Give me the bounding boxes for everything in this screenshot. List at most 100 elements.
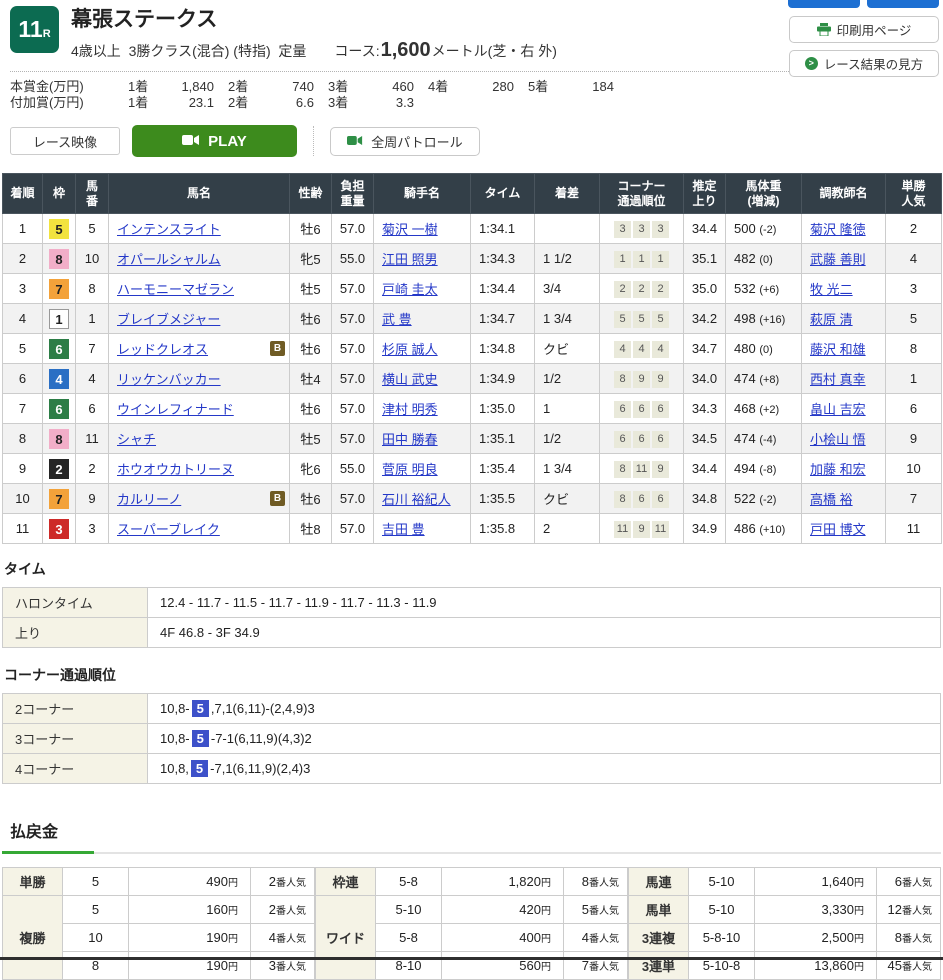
- jockey-link[interactable]: 田中 勝春: [382, 432, 438, 447]
- corner-row-value: 10,8-5-7-1(6,11,9)(4,3)2: [148, 724, 941, 754]
- horse-name-link[interactable]: スーパーブレイク: [117, 522, 220, 537]
- horse-name-link[interactable]: ブレイブメジャー: [117, 312, 220, 327]
- jockey-link[interactable]: 武 豊: [382, 312, 412, 327]
- win-popularity: 8: [886, 334, 942, 364]
- horse-name-cell: シャチ: [109, 424, 290, 454]
- jockey-link[interactable]: 石川 裕紀人: [382, 492, 451, 507]
- trainer-link[interactable]: 萩原 清: [810, 312, 853, 327]
- jockey-link[interactable]: 菊沢 一樹: [382, 222, 438, 237]
- corner-table: 2コーナー10,8-5,7,1(6,11)-(2,4,9)33コーナー10,8-…: [2, 693, 941, 784]
- horse-weight-diff: (0): [759, 344, 772, 356]
- patrol-video-button[interactable]: 全周パトロール: [330, 127, 480, 156]
- sex-age: 牡5: [290, 424, 332, 454]
- prize-row-label: 付加賞(万円): [10, 95, 114, 111]
- prize-value: 3.3: [362, 95, 414, 111]
- trainer-link[interactable]: 武藤 善則: [810, 252, 866, 267]
- corner-positions: 111: [600, 244, 684, 274]
- carried-weight: 57.0: [332, 394, 374, 424]
- corner-positions: 555: [600, 304, 684, 334]
- horse-name-link[interactable]: ウインレフィナード: [117, 402, 234, 417]
- jockey-link[interactable]: 吉田 豊: [382, 522, 425, 537]
- jockey-link[interactable]: 江田 照男: [382, 252, 438, 267]
- payout-row: 3連単5-10-813,860円45番人気: [629, 952, 941, 980]
- last-3f: 34.9: [684, 514, 726, 544]
- payout-amount: 3,330円: [755, 896, 877, 924]
- jockey-link[interactable]: 杉原 誠人: [382, 342, 438, 357]
- blue-button-partial-2[interactable]: [867, 0, 939, 8]
- trainer-link[interactable]: 小桧山 悟: [810, 432, 866, 447]
- corner-positions: 866: [600, 484, 684, 514]
- horse-name-link[interactable]: インテンスライト: [117, 222, 221, 237]
- column-header: 着順: [3, 174, 43, 214]
- trainer-link[interactable]: 高橋 裕: [810, 492, 853, 507]
- frame-cell: 4: [43, 364, 76, 394]
- payout-amount-value: 1,820: [508, 874, 541, 889]
- horse-weight-value: 474: [734, 371, 759, 386]
- trainer-link[interactable]: 藤沢 和雄: [810, 342, 866, 357]
- trainer-link[interactable]: 牧 光二: [810, 282, 853, 297]
- horse-name-link[interactable]: レッドクレオス: [117, 342, 208, 357]
- jockey-cell: 吉田 豊: [374, 514, 471, 544]
- corner-row-value: 10,8-5,7,1(6,11)-(2,4,9)3: [148, 694, 941, 724]
- horse-name-link[interactable]: リッケンバッカー: [117, 372, 221, 387]
- horse-name-cell: オパールシャルム: [109, 244, 290, 274]
- trainer-link[interactable]: 西村 真幸: [810, 372, 866, 387]
- combination: 5-8-10: [689, 924, 755, 952]
- payout-popularity: 5番人気: [564, 896, 628, 924]
- payout-popularity: 2番人気: [251, 868, 315, 896]
- payout-table: 馬連5-101,640円6番人気馬単5-103,330円12番人気3連複5-8-…: [628, 867, 941, 980]
- sex-age: 牡5: [290, 274, 332, 304]
- trainer-link[interactable]: 戸田 博文: [810, 522, 866, 537]
- corner-section-title: コーナー通過順位: [4, 665, 943, 685]
- blue-button-partial-1[interactable]: [788, 0, 860, 8]
- trainer-link[interactable]: 加藤 和宏: [810, 462, 866, 477]
- prize-place: 2着: [228, 79, 262, 95]
- corner-positions: 444: [600, 334, 684, 364]
- prize-row: 本賞金(万円)1着1,8402着7403着4604着2805着184: [10, 79, 933, 95]
- print-button[interactable]: 印刷用ページ: [789, 16, 939, 43]
- horse-name-link[interactable]: ハーモニーマゼラン: [117, 282, 234, 297]
- time-table: ハロンタイム12.4 - 11.7 - 11.5 - 11.7 - 11.9 -…: [2, 587, 941, 648]
- corner-position-chip: 2: [614, 281, 631, 298]
- win-popularity: 6: [886, 394, 942, 424]
- margin: 1/2: [535, 364, 600, 394]
- column-header: 着差: [535, 174, 600, 214]
- jockey-cell: 津村 明秀: [374, 394, 471, 424]
- jockey-link[interactable]: 横山 武史: [382, 372, 438, 387]
- horse-name-link[interactable]: シャチ: [117, 432, 156, 447]
- last-3f: 34.3: [684, 394, 726, 424]
- result-guide-label: レース結果の見方: [824, 54, 923, 73]
- horse-name-link[interactable]: ホウオウカトリーヌ: [117, 462, 234, 477]
- payout-amount-value: 160: [206, 902, 228, 917]
- margin: クビ: [535, 334, 600, 364]
- yen-suffix: 円: [228, 906, 238, 917]
- result-row: 8811シャチ牡557.0田中 勝春1:35.11/266634.5474 (-…: [3, 424, 942, 454]
- trainer-link[interactable]: 畠山 吉宏: [810, 402, 866, 417]
- corner-position-chip: 4: [633, 341, 650, 358]
- payout-amount-value: 560: [519, 958, 541, 973]
- jockey-link[interactable]: 戸崎 圭太: [382, 282, 438, 297]
- finish-position: 6: [3, 364, 43, 394]
- play-button[interactable]: PLAY: [132, 125, 297, 157]
- frame-number: 3: [49, 519, 69, 539]
- win-popularity: 2: [886, 214, 942, 244]
- combination: 8: [63, 952, 129, 980]
- finish-time: 1:35.8: [471, 514, 535, 544]
- jockey-link[interactable]: 津村 明秀: [382, 402, 438, 417]
- popularity-suffix: 番人気: [589, 934, 619, 945]
- horse-weight-diff: (+16): [759, 314, 785, 326]
- finish-position: 5: [3, 334, 43, 364]
- finish-position: 8: [3, 424, 43, 454]
- margin: 1 3/4: [535, 304, 600, 334]
- jockey-link[interactable]: 菅原 明良: [382, 462, 438, 477]
- corner-positions: 222: [600, 274, 684, 304]
- frame-number: 7: [49, 279, 69, 299]
- payout-amount: 490円: [129, 868, 251, 896]
- carried-weight: 57.0: [332, 364, 374, 394]
- result-guide-button[interactable]: > レース結果の見方: [789, 50, 939, 77]
- horse-name-link[interactable]: カルリーノ: [117, 492, 181, 507]
- horse-number: 6: [76, 394, 109, 424]
- horse-name-link[interactable]: オパールシャルム: [117, 252, 221, 267]
- trainer-link[interactable]: 菊沢 隆徳: [810, 222, 866, 237]
- last-3f: 34.5: [684, 424, 726, 454]
